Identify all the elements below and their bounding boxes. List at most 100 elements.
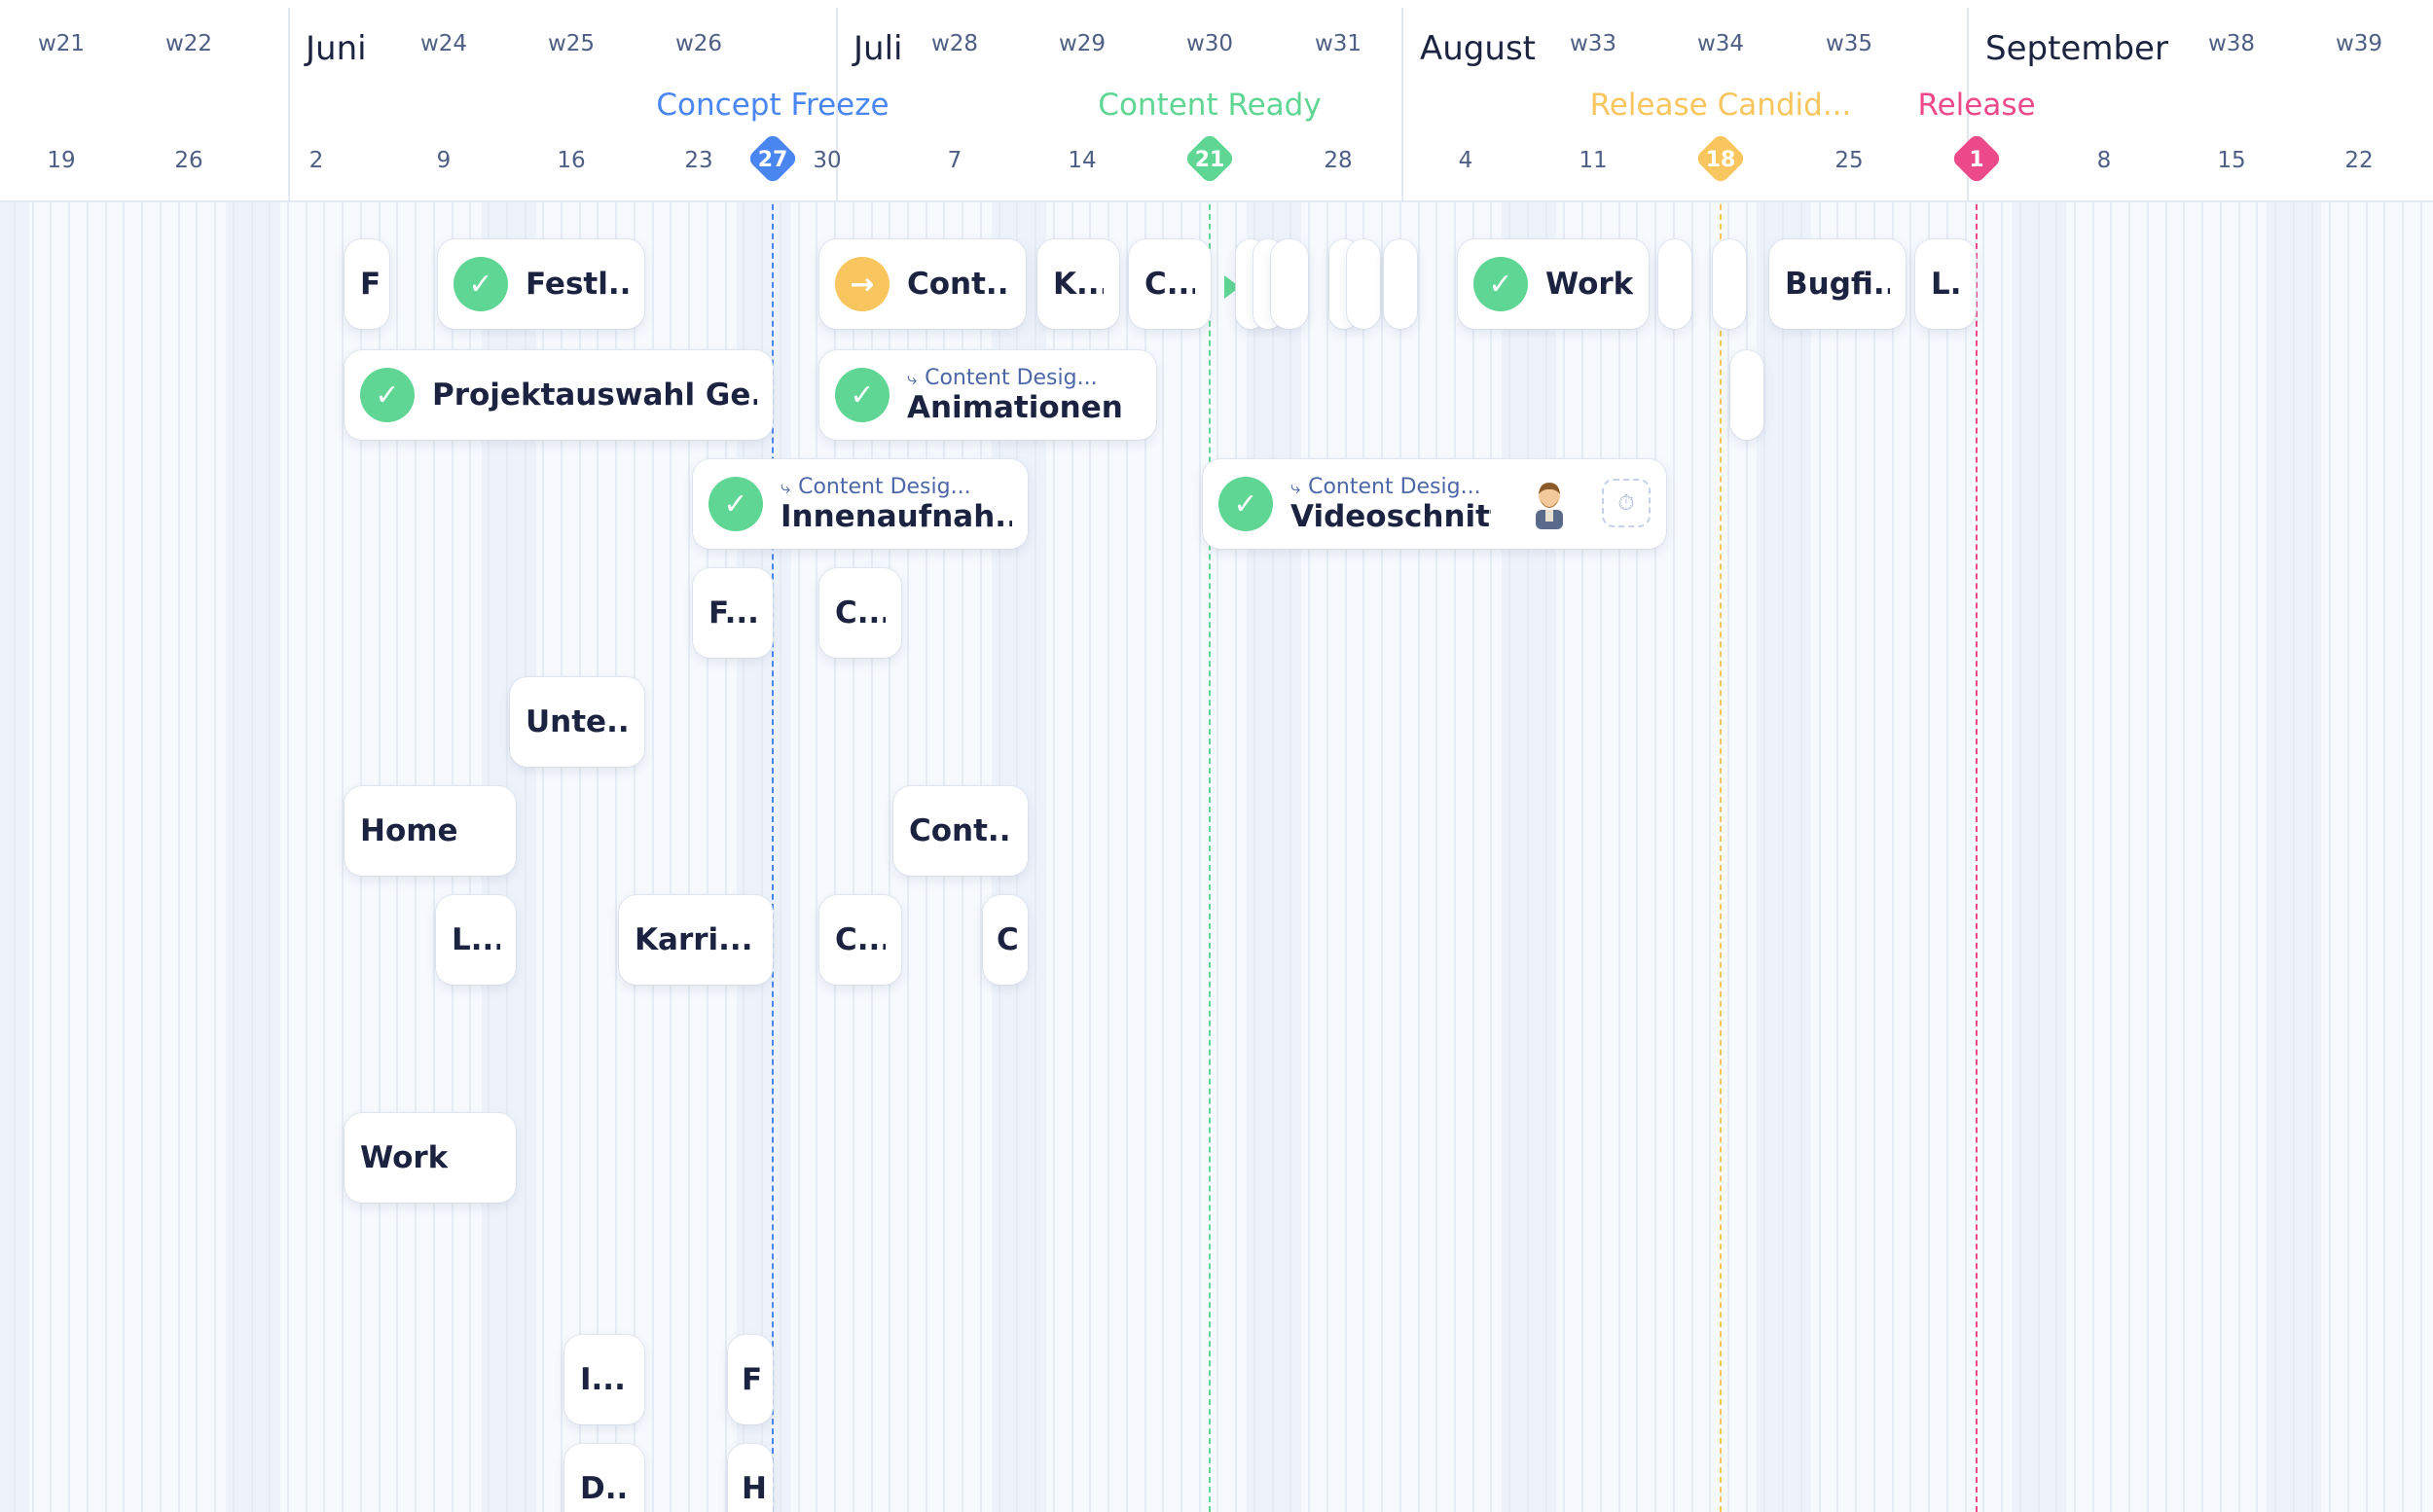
day-column-line bbox=[2366, 202, 2368, 1512]
day-column-line bbox=[306, 202, 308, 1512]
task-card[interactable]: Work bbox=[345, 1113, 516, 1203]
task-card[interactable]: H bbox=[728, 1444, 773, 1512]
day-column-line bbox=[1763, 202, 1765, 1512]
milestone-label-concept-freeze[interactable]: Concept Freeze bbox=[656, 88, 889, 123]
month-divider bbox=[1401, 8, 1403, 200]
day-column-line bbox=[1892, 202, 1894, 1512]
task-card[interactable]: F bbox=[728, 1335, 773, 1424]
task-card[interactable]: ✓ ⤷ Content Desig... Videoschnitt ⏱ bbox=[1203, 459, 1666, 549]
day-label: 9 bbox=[436, 148, 452, 173]
day-column-line bbox=[14, 202, 16, 1512]
task-title: Festl... bbox=[526, 267, 629, 302]
check-icon[interactable]: ✓ bbox=[835, 368, 890, 422]
task-title: Work bbox=[1545, 267, 1633, 302]
milestone-label-content-ready[interactable]: Content Ready bbox=[1098, 88, 1321, 123]
day-label: 22 bbox=[2344, 148, 2374, 173]
task-card[interactable]: L.. bbox=[1915, 239, 1976, 329]
task-card[interactable]: Bugfi... bbox=[1769, 239, 1906, 329]
subtask-icon: ⤷ bbox=[781, 477, 791, 498]
day-column-line bbox=[1235, 202, 1237, 1512]
task-card[interactable]: D... bbox=[564, 1444, 644, 1512]
check-icon[interactable]: ✓ bbox=[708, 477, 763, 531]
milestone-day: 27 bbox=[757, 148, 788, 172]
task-title: Karri... bbox=[635, 922, 753, 957]
day-column-line bbox=[342, 202, 344, 1512]
task-card-collapsed[interactable] bbox=[1713, 239, 1746, 329]
check-icon[interactable]: ✓ bbox=[1218, 477, 1273, 531]
week-label: w31 bbox=[1314, 31, 1362, 56]
user-avatar-icon[interactable] bbox=[1526, 477, 1573, 531]
check-icon[interactable]: ✓ bbox=[360, 368, 415, 422]
task-card[interactable]: ✓ Work bbox=[1458, 239, 1649, 329]
day-column-line bbox=[1581, 202, 1583, 1512]
day-column-line bbox=[2293, 202, 2295, 1512]
day-column-line bbox=[2074, 202, 2076, 1512]
day-column-line bbox=[105, 202, 107, 1512]
task-card-collapsed[interactable] bbox=[1347, 239, 1380, 329]
day-column-line bbox=[1508, 202, 1510, 1512]
day-column-line bbox=[780, 202, 781, 1512]
week-label: w26 bbox=[674, 31, 723, 56]
task-card[interactable]: Home bbox=[345, 786, 516, 876]
day-label: 25 bbox=[1834, 148, 1864, 173]
day-label: 2 bbox=[309, 148, 324, 173]
day-column-line bbox=[1180, 202, 1182, 1512]
task-card[interactable]: C... bbox=[1129, 239, 1211, 329]
day-column-line bbox=[2329, 202, 2331, 1512]
week-label: w25 bbox=[547, 31, 596, 56]
day-column-line bbox=[1673, 202, 1675, 1512]
task-card[interactable]: Karri... bbox=[619, 895, 773, 985]
task-card[interactable]: Unte... bbox=[510, 677, 644, 767]
milestone-label-release[interactable]: Release bbox=[1917, 88, 2035, 123]
check-icon[interactable]: ✓ bbox=[1473, 257, 1528, 311]
task-card[interactable]: C... bbox=[819, 568, 901, 658]
day-column-line bbox=[2019, 202, 2021, 1512]
day-column-line bbox=[1909, 202, 1911, 1512]
check-icon[interactable]: ✓ bbox=[454, 257, 508, 311]
week-label: w29 bbox=[1058, 31, 1107, 56]
day-column-line bbox=[1435, 202, 1437, 1512]
task-card-collapsed[interactable] bbox=[1384, 239, 1417, 329]
day-column-line bbox=[323, 202, 325, 1512]
month-divider bbox=[288, 8, 290, 200]
task-card[interactable]: F... bbox=[693, 568, 773, 658]
task-text: ⤷ Content Desig... Animationen bbox=[907, 366, 1123, 425]
task-card[interactable]: L... bbox=[436, 895, 516, 985]
day-column-line bbox=[1272, 202, 1274, 1512]
day-column-line bbox=[1381, 202, 1383, 1512]
task-card-collapsed[interactable] bbox=[1658, 239, 1691, 329]
gantt-timeline: Juni Juli August September w21 w22 w24 w… bbox=[0, 0, 2433, 1512]
day-column-line bbox=[1654, 202, 1656, 1512]
milestone-line-concept-freeze bbox=[772, 156, 774, 1512]
day-label: 14 bbox=[1068, 148, 1097, 173]
arrow-right-icon[interactable]: → bbox=[835, 257, 890, 311]
subtask-icon: ⤷ bbox=[907, 368, 918, 389]
task-card[interactable]: ✓ Projektauswahl Ge... bbox=[345, 350, 773, 440]
week-label: w30 bbox=[1185, 31, 1234, 56]
month-label-juni: Juni bbox=[306, 29, 367, 68]
task-title: C... bbox=[835, 595, 886, 630]
day-label: 23 bbox=[684, 148, 713, 173]
task-card-collapsed[interactable] bbox=[1271, 239, 1308, 329]
task-card[interactable]: C... bbox=[819, 895, 901, 985]
task-card[interactable]: → Cont... bbox=[819, 239, 1026, 329]
day-column-line bbox=[1928, 202, 1930, 1512]
milestone-label-release-candidate[interactable]: Release Candid... bbox=[1590, 88, 1852, 123]
task-card[interactable]: K... bbox=[1037, 239, 1119, 329]
day-column-line bbox=[2128, 202, 2130, 1512]
milestone-day: 18 bbox=[1705, 148, 1736, 172]
task-card[interactable]: C bbox=[983, 895, 1028, 985]
task-card[interactable]: Cont... bbox=[893, 786, 1028, 876]
task-card[interactable]: F bbox=[345, 239, 389, 329]
task-card[interactable]: ✓ ⤷ Content Desig... Animationen bbox=[819, 350, 1156, 440]
task-card[interactable]: ✓ ⤷ Content Desig... Innenaufnah... bbox=[693, 459, 1028, 549]
task-card[interactable]: ✓ Festl... bbox=[438, 239, 644, 329]
day-column-line bbox=[2420, 202, 2422, 1512]
day-column-line bbox=[2038, 202, 2040, 1512]
day-column-line bbox=[2256, 202, 2258, 1512]
task-card-collapsed[interactable] bbox=[1730, 350, 1763, 440]
timer-icon[interactable]: ⏱ bbox=[1602, 479, 1651, 527]
task-card[interactable]: I... bbox=[564, 1335, 644, 1424]
task-title: I... bbox=[580, 1362, 626, 1397]
day-label: 7 bbox=[947, 148, 962, 173]
